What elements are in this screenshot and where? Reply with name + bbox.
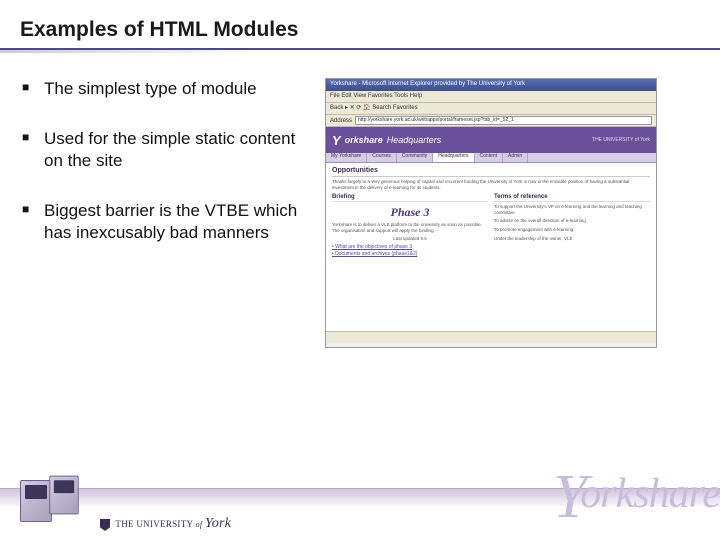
shield-icon — [100, 519, 110, 531]
link-item: • What are the objectives of phase 3 — [332, 245, 488, 250]
nav-tabs: My Yorkshare Courses Community Headquart… — [326, 153, 656, 163]
phase-sub: Yorkshare is to deliver a VLE platform t… — [332, 222, 488, 234]
page-heading: Opportunities — [332, 167, 650, 177]
slide-title: Examples of HTML Modules — [0, 0, 720, 50]
bullet-item: Biggest barrier is the VTBE which has in… — [20, 200, 307, 244]
uni-text: THE UNIVERSITY — [115, 519, 193, 529]
window-menubar: File Edit View Favorites Tools Help — [326, 91, 656, 103]
tab-community: Community — [397, 153, 433, 162]
brand-y-icon: Y — [332, 134, 341, 147]
tab-headquarters: Headquarters — [433, 153, 474, 162]
bullet-item: Used for the simple static content on th… — [20, 128, 307, 172]
bullet-list: The simplest type of module Used for the… — [20, 78, 325, 348]
embedded-screenshot: Yorkshare - Microsoft Internet Explorer … — [325, 78, 657, 348]
address-label: Address — [330, 118, 352, 124]
server-icon — [18, 470, 88, 526]
address-bar: Address http://yorkshare.york.ac.uk/weba… — [326, 115, 656, 127]
tab-my-yorkshare: My Yorkshare — [326, 153, 367, 162]
address-field: http://yorkshare.york.ac.uk/webapps/port… — [355, 116, 652, 125]
right-col-title: Terms of reference — [494, 194, 650, 202]
intro-paragraph: Thanks largely to a very generous helpin… — [332, 179, 650, 191]
window-toolbar: Back ▸ ✕ ⟳ 🏠 Search Favorites — [326, 103, 656, 115]
uni-york: York — [205, 516, 231, 531]
tab-admin: Admin — [503, 153, 528, 162]
uni-of: of — [196, 520, 203, 529]
tab-courses: Courses — [367, 153, 397, 162]
banner-right: THE UNIVERSITY of York — [592, 138, 650, 143]
university-logo: THE UNIVERSITY of York — [100, 516, 231, 532]
content-area: The simplest type of module Used for the… — [0, 58, 720, 348]
logo-rest: orkshare — [580, 471, 720, 517]
title-accent — [0, 50, 260, 53]
site-banner: Y orkshare Headquarters THE UNIVERSITY o… — [326, 127, 656, 153]
right-item: To support the University's VP on e-lear… — [494, 204, 650, 216]
right-item: To advise on the overall direction of e-… — [494, 218, 650, 224]
right-column: Terms of reference To support the Univer… — [494, 194, 650, 260]
window-titlebar: Yorkshare - Microsoft Internet Explorer … — [326, 79, 656, 91]
brand-text: orkshare — [345, 136, 383, 145]
phase-date: Last updated 8.5 — [332, 236, 488, 242]
right-item: To promote engagement with e-learning — [494, 227, 650, 233]
left-column: Briefing Phase 3 Yorkshare is to deliver… — [332, 194, 488, 260]
status-bar — [326, 331, 656, 343]
banner-section: Headquarters — [387, 136, 442, 145]
tab-content: Content — [475, 153, 504, 162]
phase-label: Phase 3 — [332, 206, 488, 218]
link-item: • Documents and archives (phase1&2) — [332, 252, 488, 257]
yorkshare-logo: Yorkshare — [553, 466, 720, 528]
page-body: Opportunities Thanks largely to a very g… — [326, 163, 656, 331]
bullet-item: The simplest type of module — [20, 78, 307, 100]
right-sub: Under the leadership of the owner, VLE — [494, 236, 650, 242]
left-col-title: Briefing — [332, 194, 488, 202]
